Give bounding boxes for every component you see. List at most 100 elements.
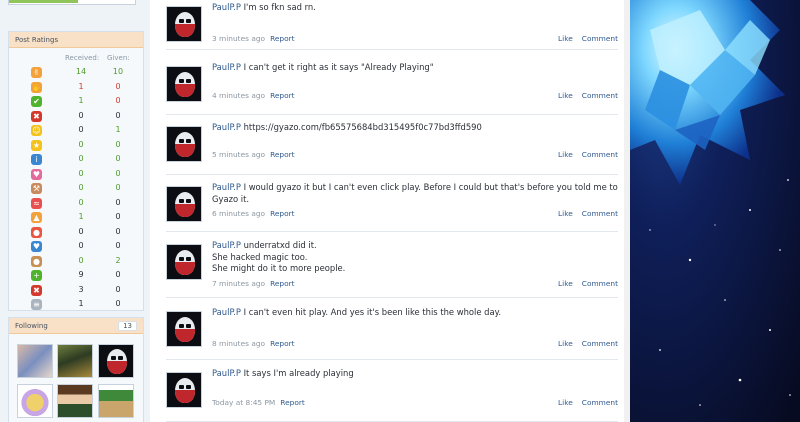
- rating-row[interactable]: +9 0: [9, 268, 143, 282]
- given-count: 10: [112, 67, 124, 76]
- avatar[interactable]: [166, 126, 202, 162]
- following-avatar[interactable]: [98, 384, 134, 418]
- received-count: 1: [78, 96, 84, 105]
- post-timestamp[interactable]: 5 minutes ago: [212, 150, 265, 159]
- rating-row[interactable]: ♥ 0 0: [9, 239, 143, 253]
- minus-icon: ✖: [31, 284, 42, 296]
- like-link[interactable]: Like: [558, 279, 573, 288]
- post-meta: 3 minutes ago Report: [212, 34, 295, 43]
- like-link[interactable]: Like: [558, 150, 573, 159]
- post-meta: 7 minutes ago Report: [212, 279, 295, 288]
- given-count: 0: [115, 183, 121, 192]
- late-icon: ●: [31, 226, 42, 238]
- rating-row[interactable]: ▲ 1 0: [9, 210, 143, 224]
- rating-row[interactable]: ≈0 0: [9, 196, 143, 210]
- given-count: 0: [115, 284, 121, 294]
- report-link[interactable]: Report: [270, 34, 295, 43]
- comment-link[interactable]: Comment: [582, 339, 618, 348]
- given-count: 0: [115, 197, 121, 207]
- useful-icon: ⚒: [31, 183, 42, 194]
- report-link[interactable]: Report: [270, 209, 295, 218]
- following-count-badge: 13: [118, 321, 137, 331]
- rating-row[interactable]: ≡ 1 0: [9, 297, 143, 311]
- disagree-icon: ✖: [31, 110, 42, 122]
- comment-link[interactable]: Comment: [582, 91, 618, 100]
- space-crystal-illustration: [630, 0, 800, 422]
- rating-row[interactable]: ☺ 0 1: [9, 123, 143, 137]
- report-link[interactable]: Report: [270, 91, 295, 100]
- like-link[interactable]: Like: [558, 91, 573, 100]
- avatar[interactable]: [166, 66, 202, 102]
- like-link[interactable]: Like: [558, 209, 573, 218]
- rating-row[interactable]: ⚒ 0 0: [9, 181, 143, 195]
- rating-row[interactable]: ♥ 0 0: [9, 167, 143, 181]
- like-link[interactable]: Like: [558, 398, 573, 407]
- following-avatar[interactable]: [57, 384, 93, 418]
- rating-row[interactable]: ✋ 1 0: [9, 80, 143, 94]
- comment-link[interactable]: Comment: [582, 279, 618, 288]
- comment-link[interactable]: Comment: [582, 34, 618, 43]
- post-message: PaulP.P I can't even hit play. And yes i…: [212, 307, 618, 319]
- author-link[interactable]: PaulP.P: [212, 182, 241, 192]
- author-link[interactable]: PaulP.P: [212, 62, 241, 72]
- author-link[interactable]: PaulP.P: [212, 2, 241, 12]
- post-actions: Like Comment: [558, 279, 618, 288]
- profile-post: PaulP.P underratxd did it. She hacked mag…: [166, 238, 618, 298]
- profile-post: PaulP.P I would gyazo it but I can't eve…: [166, 180, 618, 232]
- following-title: Following: [15, 322, 48, 330]
- given-count: 0: [115, 270, 121, 279]
- avatar[interactable]: [166, 372, 202, 408]
- like-link[interactable]: Like: [558, 339, 573, 348]
- given-count: 2: [115, 255, 121, 265]
- avatar[interactable]: [166, 186, 202, 222]
- received-column-label: Received:: [65, 54, 100, 62]
- rating-row[interactable]: ★ 0 0: [9, 138, 143, 152]
- profile-post: PaulP.P I'm so fkn sad rn. 3 minutes ago R…: [166, 0, 618, 50]
- report-link[interactable]: Report: [270, 279, 295, 288]
- post-message: PaulP.P I'm so fkn sad rn.: [212, 2, 618, 14]
- post-timestamp[interactable]: 3 minutes ago: [212, 34, 265, 43]
- post-timestamp[interactable]: 6 minutes ago: [212, 209, 265, 218]
- report-link[interactable]: Report: [280, 398, 305, 407]
- report-link[interactable]: Report: [270, 339, 295, 348]
- rating-row[interactable]: ✖ 0 0: [9, 109, 143, 123]
- post-timestamp[interactable]: Today at 8:45 PM: [212, 398, 275, 407]
- received-count: 1: [78, 212, 84, 221]
- following-avatar[interactable]: [17, 384, 53, 418]
- post-text: https://gyazo.com/fb65575684bd315495f0c7…: [243, 122, 482, 132]
- avatar[interactable]: [166, 244, 202, 280]
- author-link[interactable]: PaulP.P: [212, 368, 241, 378]
- author-link[interactable]: PaulP.P: [212, 240, 241, 250]
- post-timestamp[interactable]: 8 minutes ago: [212, 339, 265, 348]
- comment-link[interactable]: Comment: [582, 150, 618, 159]
- avatar[interactable]: [166, 311, 202, 347]
- following-avatar[interactable]: [17, 344, 53, 378]
- received-count: 0: [78, 154, 84, 163]
- rating-row[interactable]: ● 0 0: [9, 225, 143, 239]
- following-avatar[interactable]: [57, 344, 93, 378]
- list-icon: ≡: [31, 299, 42, 310]
- author-link[interactable]: PaulP.P: [212, 122, 241, 132]
- post-timestamp[interactable]: 4 minutes ago: [212, 91, 265, 100]
- like-link[interactable]: Like: [558, 34, 573, 43]
- post-actions: Like Comment: [558, 150, 618, 159]
- given-count: 0: [115, 96, 121, 105]
- comment-link[interactable]: Comment: [582, 209, 618, 218]
- report-link[interactable]: Report: [270, 150, 295, 159]
- profile-post: PaulP.P It says I'm already playing Today…: [166, 366, 618, 422]
- rating-row[interactable]: ✔ 1 0: [9, 94, 143, 108]
- author-link[interactable]: PaulP.P: [212, 307, 241, 317]
- received-count: 9: [78, 270, 84, 279]
- avatar[interactable]: [166, 6, 202, 42]
- rating-row[interactable]: ● 0 2: [9, 254, 143, 268]
- rating-row[interactable]: ✖ 3 0: [9, 283, 143, 297]
- rating-row[interactable]: i 0 0: [9, 152, 143, 166]
- comment-link[interactable]: Comment: [582, 398, 618, 407]
- following-avatar[interactable]: [98, 344, 134, 378]
- post-text: I can't even hit play. And yes it's been…: [243, 307, 502, 317]
- artistic-icon: ♥: [31, 241, 42, 252]
- progress-bar-fill: [9, 0, 79, 3]
- agree-icon: ✔: [31, 96, 42, 107]
- post-timestamp[interactable]: 7 minutes ago: [212, 279, 265, 288]
- rating-row[interactable]: ✌ 14 10: [9, 65, 143, 79]
